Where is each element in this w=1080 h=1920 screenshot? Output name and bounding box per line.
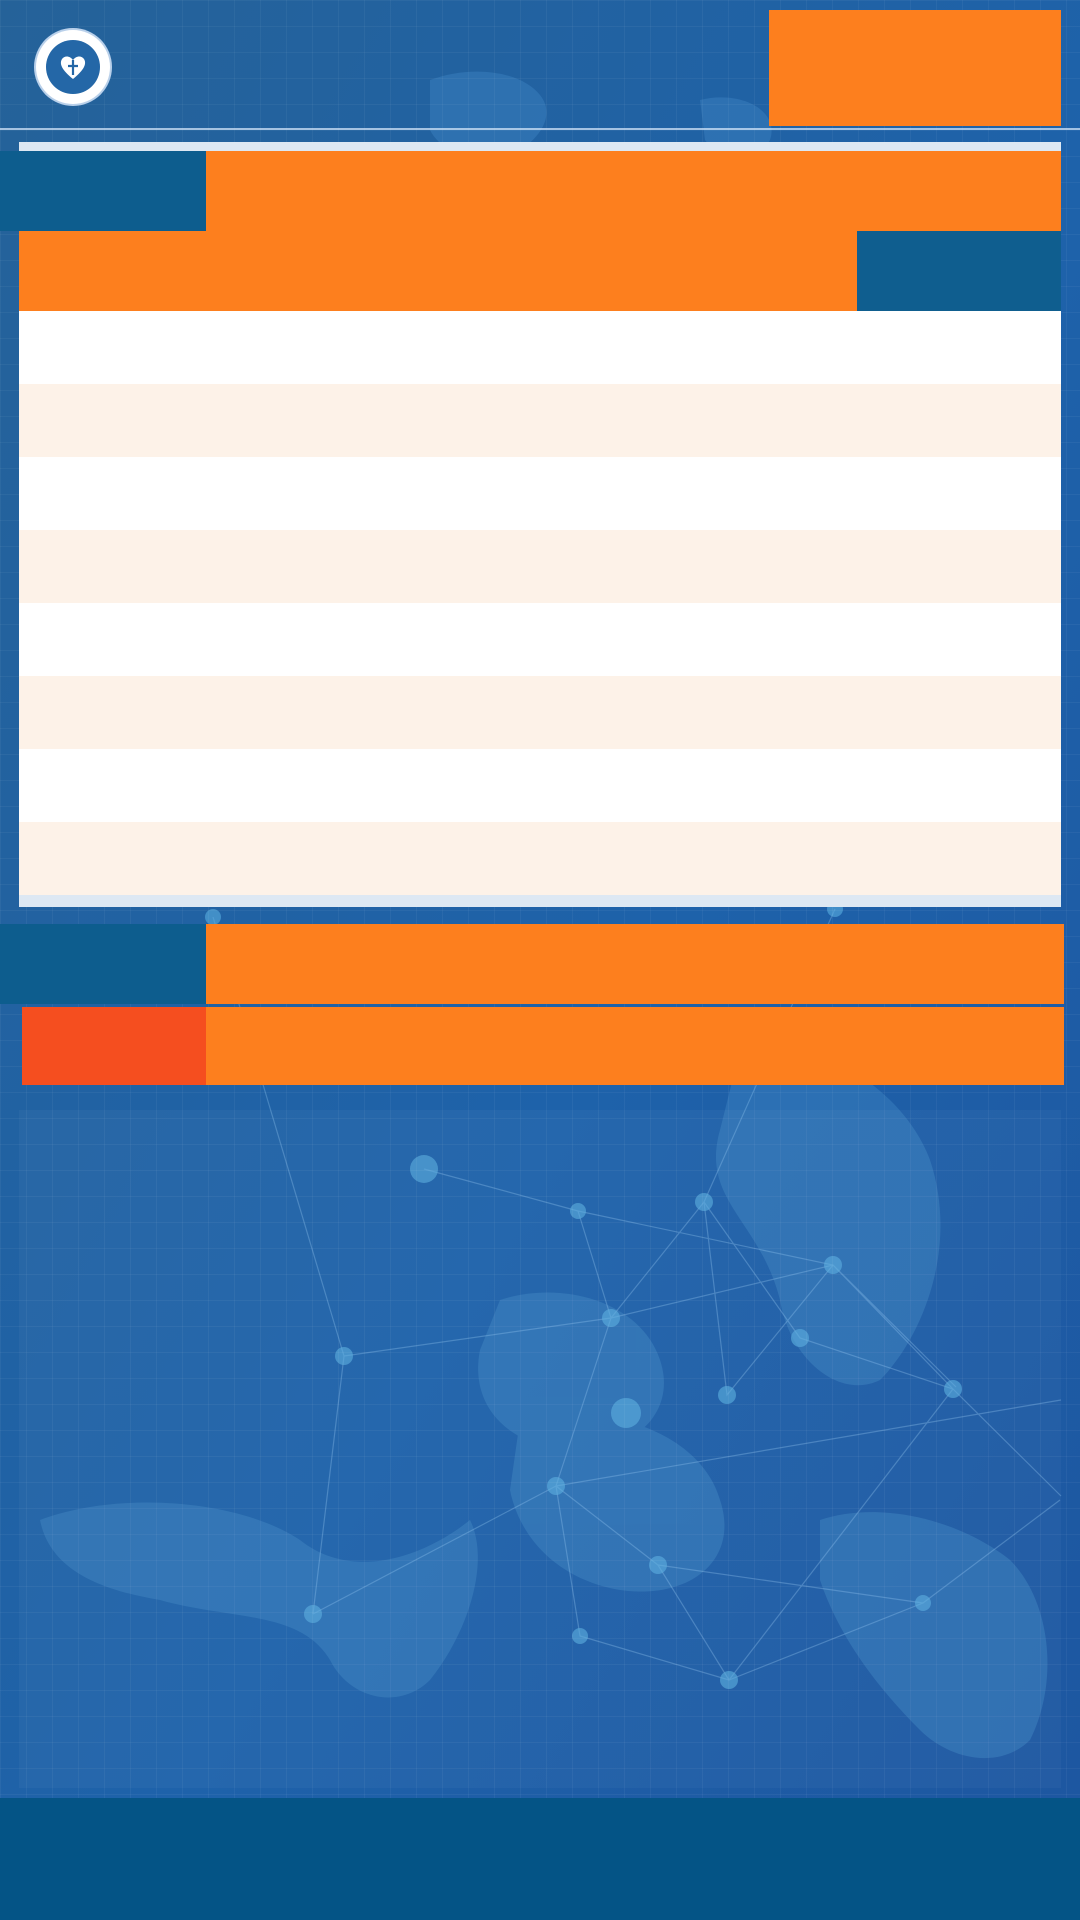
section3-tab [22, 1007, 206, 1085]
section1-title-bar [206, 151, 1061, 231]
data-table [19, 311, 1061, 895]
section1-title [206, 174, 230, 207]
table-row [19, 676, 1061, 749]
table-row [19, 822, 1061, 895]
content-panel [19, 1110, 1061, 1788]
section2-title-bar [206, 924, 1064, 1004]
section3-title-bar [206, 1007, 1064, 1085]
table-row [19, 384, 1061, 457]
emblem-icon [46, 40, 100, 94]
footer-bar [0, 1798, 1080, 1920]
table-header-left-label [19, 254, 43, 287]
heart-icon [60, 56, 86, 79]
section2-tab [0, 924, 206, 1004]
table-row [19, 749, 1061, 822]
table-row [19, 530, 1061, 603]
section3-title [206, 1030, 230, 1063]
table-row [19, 311, 1061, 384]
table-row [19, 457, 1061, 530]
hospital-logo [36, 30, 110, 104]
section2-title [206, 947, 230, 980]
table-row [19, 603, 1061, 676]
top-banner [769, 10, 1061, 126]
section1-tab [0, 151, 206, 231]
table-header-left [19, 231, 857, 311]
table-header-right [857, 231, 1061, 311]
header-divider [0, 128, 1080, 130]
